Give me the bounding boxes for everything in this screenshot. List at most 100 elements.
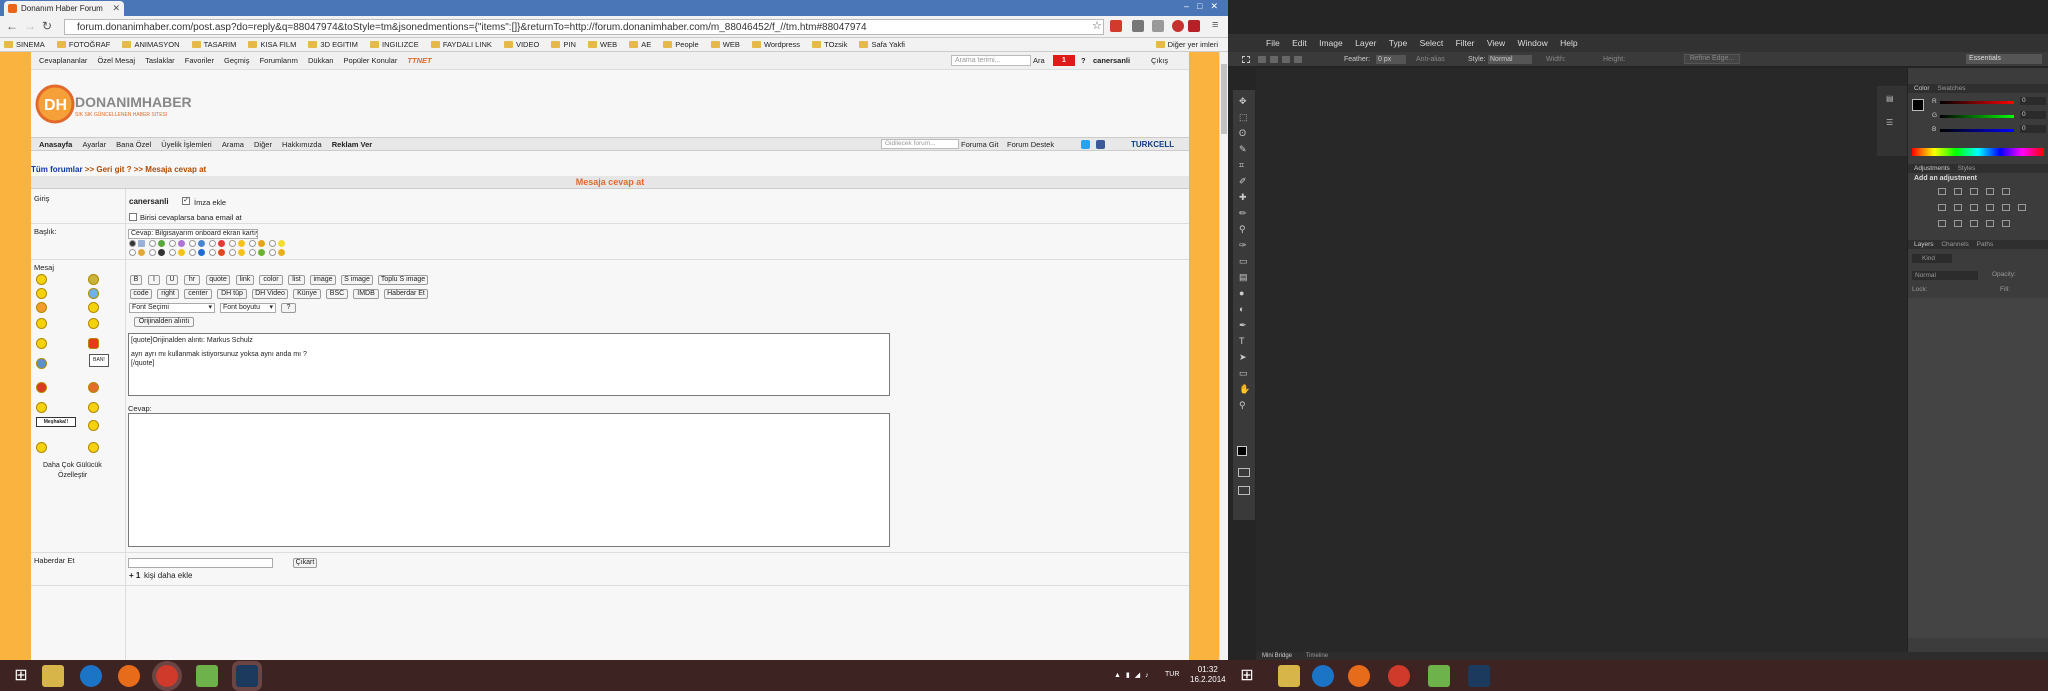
layer-filter-select[interactable]: Kind xyxy=(1912,254,1952,263)
marquee-tool-icon[interactable] xyxy=(1242,56,1250,63)
facebook-icon[interactable] xyxy=(1096,140,1105,149)
topic-icon-radio[interactable] xyxy=(149,240,156,247)
topic-icon-radio[interactable] xyxy=(149,249,156,256)
marquee-tool-icon[interactable]: ⬚ xyxy=(1239,112,1248,123)
ban-sign-icon[interactable]: BAN! xyxy=(89,354,109,367)
search-input[interactable]: Arama terimi... xyxy=(951,55,1031,66)
topic-icon-radio[interactable] xyxy=(269,249,276,256)
center-button[interactable]: center xyxy=(184,289,212,299)
topic-icon-radio[interactable] xyxy=(169,240,176,247)
color-button[interactable]: color xyxy=(259,275,283,285)
username-link[interactable]: canersanli xyxy=(1093,52,1130,70)
nav-item[interactable]: Ayarlar xyxy=(82,138,106,151)
bookmark-folder[interactable]: WEB xyxy=(710,38,740,52)
channel-mixer-icon[interactable] xyxy=(2002,204,2010,211)
topic-icon-radio[interactable] xyxy=(249,249,256,256)
posterize-icon[interactable] xyxy=(1954,220,1962,227)
page-scrollbar[interactable] xyxy=(1219,52,1228,660)
topbar-link[interactable]: Cevaplananlar xyxy=(39,52,87,70)
bookmark-folder[interactable]: WEB xyxy=(588,38,617,52)
menu-type[interactable]: Type xyxy=(1389,34,1407,52)
topbar-link[interactable]: Taslaklar xyxy=(145,52,175,70)
menu-layer[interactable]: Layer xyxy=(1355,34,1376,52)
topic-icon-radio[interactable] xyxy=(269,240,276,247)
forum-destek-link[interactable]: Forum Destek xyxy=(1007,138,1054,151)
topic-icon-radio[interactable] xyxy=(229,249,236,256)
quote-original-button[interactable]: Orijinalden alıntı xyxy=(134,317,194,327)
kunye-button[interactable]: Künye xyxy=(293,289,321,299)
tab-mini-bridge[interactable]: Mini Bridge xyxy=(1262,653,1292,659)
workspace-select[interactable]: Essentials xyxy=(1966,54,2042,64)
nav-item[interactable]: Üyelik İşlemleri xyxy=(161,138,211,151)
system-tray-icons[interactable]: ▲▮◢♪ xyxy=(1114,671,1154,679)
thumbs-up-icon[interactable] xyxy=(36,338,47,349)
wave-icon[interactable] xyxy=(88,288,99,299)
topbar-link[interactable]: Dükkan xyxy=(308,52,333,70)
crop-tool-icon[interactable]: ⌗ xyxy=(1239,160,1244,171)
move-tool-icon[interactable]: ✥ xyxy=(1239,96,1247,107)
font-family-select[interactable]: Font Seçimi ▾ xyxy=(129,303,215,313)
eyedropper-tool-icon[interactable]: ✐ xyxy=(1239,176,1247,187)
tab-swatches[interactable]: Swatches xyxy=(1937,85,1965,92)
dodge-tool-icon[interactable]: ◐ xyxy=(1239,304,1244,314)
customize-link[interactable]: Özelleştir xyxy=(58,472,87,479)
internet-explorer-icon[interactable] xyxy=(80,665,102,687)
utorrent-icon[interactable] xyxy=(1428,665,1450,687)
imdb-button[interactable]: IMDB xyxy=(353,289,379,299)
back-icon[interactable]: ← xyxy=(6,19,18,33)
thinking-icon[interactable] xyxy=(88,402,99,413)
bookmark-folder[interactable]: FAYDALI LINK xyxy=(430,38,492,52)
feather-input[interactable]: 0 px xyxy=(1376,55,1406,64)
tab-styles[interactable]: Styles xyxy=(1958,165,1976,172)
tab-layers[interactable]: Layers xyxy=(1914,241,1934,248)
haberdar-et-button[interactable]: Haberdar Et xyxy=(384,289,428,299)
vibrance-icon[interactable] xyxy=(2002,188,2010,195)
quick-select-tool-icon[interactable]: ✎ xyxy=(1239,144,1247,155)
black-white-icon[interactable] xyxy=(1970,204,1978,211)
forum-goto-input[interactable]: Gidilecek forum... xyxy=(881,139,959,149)
internet-explorer-icon[interactable] xyxy=(1312,665,1334,687)
help-link[interactable]: ? xyxy=(1081,52,1086,70)
layers-list[interactable] xyxy=(1908,298,2048,638)
bsc-button[interactable]: BSC xyxy=(326,289,348,299)
nav-item[interactable]: Reklam Ver xyxy=(332,138,372,151)
topbar-link[interactable]: Özel Mesaj xyxy=(97,52,135,70)
topic-icon-radio[interactable] xyxy=(129,240,136,247)
color-balance-icon[interactable] xyxy=(1954,204,1962,211)
menu-file[interactable]: File xyxy=(1266,34,1280,52)
s-image-button[interactable]: S image xyxy=(341,275,373,285)
menu-edit[interactable]: Edit xyxy=(1292,34,1307,52)
chrome-icon[interactable] xyxy=(156,665,178,687)
topic-icon-radio[interactable] xyxy=(189,240,196,247)
menu-view[interactable]: View xyxy=(1487,34,1505,52)
refine-edge-button[interactable]: Refine Edge... xyxy=(1684,54,1740,64)
menu-icon[interactable]: ≡ xyxy=(1212,19,1218,31)
pen-tool-icon[interactable]: ✒ xyxy=(1239,320,1247,331)
bookmark-folder[interactable]: KISA FILM xyxy=(248,38,296,52)
nav-item[interactable]: Diğer xyxy=(254,138,272,151)
topbar-link[interactable]: Favoriler xyxy=(185,52,214,70)
italic-button[interactable]: I xyxy=(148,275,160,285)
window-controls[interactable]: –□✕ xyxy=(1184,1,1226,12)
forward-icon[interactable]: → xyxy=(24,19,36,33)
bookmark-folder[interactable]: 3D EGITIM xyxy=(308,38,358,52)
b-value[interactable]: 0 xyxy=(2020,125,2046,133)
threshold-icon[interactable] xyxy=(1970,220,1978,227)
gun-icon[interactable] xyxy=(36,442,47,453)
add-more-count[interactable]: + 1 xyxy=(129,571,140,580)
firefox-icon[interactable] xyxy=(118,665,140,687)
clock[interactable]: 01:32 16.2.2014 xyxy=(1190,665,1226,685)
levels-icon[interactable] xyxy=(1954,188,1962,195)
topic-icon-radio[interactable] xyxy=(169,249,176,256)
color-spectrum[interactable] xyxy=(1912,148,2044,156)
tab-adjustments[interactable]: Adjustments xyxy=(1914,165,1950,172)
remove-button[interactable]: Çıkart xyxy=(293,558,317,568)
file-explorer-icon[interactable] xyxy=(1278,665,1300,687)
properties-panel-icon[interactable]: ☰ xyxy=(1886,118,1893,127)
font-help-button[interactable]: ? xyxy=(281,303,296,313)
topic-icon-radio[interactable] xyxy=(209,249,216,256)
goto-forum-button[interactable]: Foruma Git xyxy=(961,138,999,151)
code-button[interactable]: code xyxy=(130,289,152,299)
shout-icon[interactable] xyxy=(88,338,99,349)
other-bookmarks[interactable]: Diğer yer imleri xyxy=(1155,38,1218,52)
